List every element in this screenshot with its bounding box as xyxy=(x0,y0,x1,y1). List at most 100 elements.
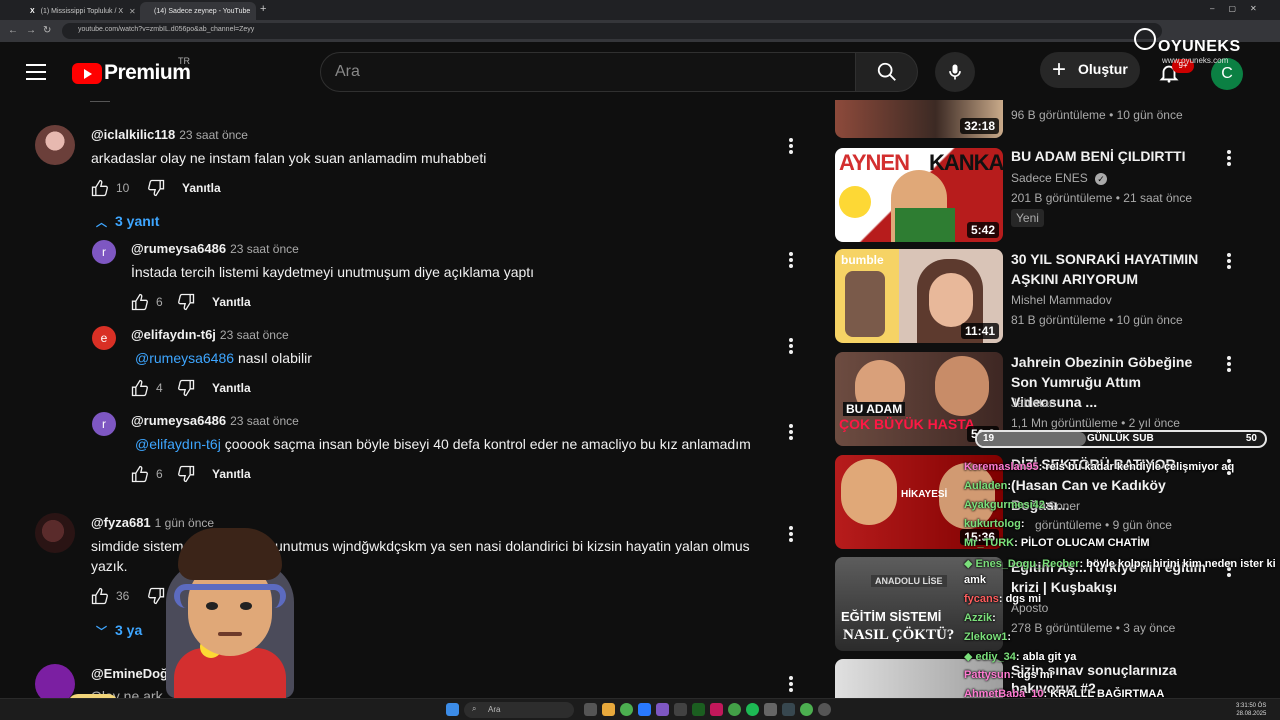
discord-icon[interactable] xyxy=(656,703,669,716)
menu-icon[interactable] xyxy=(26,64,46,85)
app-icon[interactable] xyxy=(674,703,687,716)
create-label: Oluştur xyxy=(1078,61,1128,77)
video-thumbnail[interactable]: bumble 11:41 xyxy=(835,249,1003,343)
like-icon[interactable] xyxy=(130,464,150,484)
comment-author[interactable]: @rumeysa6486 23 saat önce xyxy=(131,241,299,256)
replies-toggle[interactable]: ︿ 3 yanıt xyxy=(96,213,159,230)
edge-icon[interactable] xyxy=(638,703,651,716)
voice-search-button[interactable] xyxy=(935,52,975,92)
daily-sub-goal-bar: 19 GÜNLÜK SUB 50 xyxy=(975,430,1267,448)
dislike-icon[interactable] xyxy=(176,464,196,484)
video-channel[interactable]: Sadece ENES ✓ xyxy=(1011,171,1108,185)
tab-x-twitter[interactable]: X (1) Mississippi Topluluk / X ✕ xyxy=(22,2,138,20)
thumb-text: bumble xyxy=(841,253,884,267)
video-meta: 201 B görüntüleme • 21 saat önce xyxy=(1011,191,1192,205)
dislike-icon[interactable] xyxy=(146,178,166,198)
comment-time: 23 saat önce xyxy=(230,414,299,428)
app-icon[interactable] xyxy=(764,703,777,716)
like-icon[interactable] xyxy=(90,178,110,198)
youtube-logo-icon[interactable] xyxy=(72,63,102,84)
mention-link[interactable]: @rumeysa6486 xyxy=(135,350,234,366)
taskbar-search[interactable]: ⌕ Ara xyxy=(464,702,574,718)
url-field[interactable]: youtube.com/watch?v=zmbIL.d056po&ab_chan… xyxy=(62,23,1162,39)
reload-icon[interactable]: ↻ xyxy=(43,25,51,36)
more-options-icon[interactable] xyxy=(789,338,793,354)
tab-youtube[interactable]: (14) Sadece zeynep - YouTube ✕ xyxy=(140,2,256,20)
reply-button[interactable]: Yanıtla xyxy=(182,181,221,195)
more-options-icon[interactable] xyxy=(1227,253,1231,269)
forward-icon[interactable]: → xyxy=(26,25,36,36)
comment-author[interactable]: @EmineDoğ xyxy=(91,666,168,681)
video-thumbnail[interactable]: 32:18 xyxy=(835,100,1003,138)
video-title[interactable]: 30 YIL SONRAKİ HAYATIMIN AŞKINI ARIYORUM xyxy=(1011,249,1211,289)
browser-address-bar: ← → ↻ youtube.com/watch?v=zmbIL.d056po&a… xyxy=(0,20,1280,42)
create-button[interactable]: + Oluştur xyxy=(1040,52,1140,88)
like-icon[interactable] xyxy=(130,378,150,398)
chevron-up-icon: ︿ xyxy=(96,217,107,229)
thumb-text: EĞİTİM SİSTEMİ xyxy=(841,609,942,624)
thumb-face xyxy=(929,273,973,327)
avatar[interactable] xyxy=(35,125,75,165)
taskbar-clock[interactable]: 3:31:50 ÖS 28.08.2025 xyxy=(1236,702,1266,718)
more-options-icon[interactable] xyxy=(789,526,793,542)
chat-message: Keremaslan95: rels bu kadar kendiyle çel… xyxy=(964,461,1235,473)
browser-tab-bar: X (1) Mississippi Topluluk / X ✕ (14) Sa… xyxy=(0,0,1280,20)
like-icon[interactable] xyxy=(130,292,150,312)
chat-message: Pattysun: dgs mi xyxy=(964,669,1053,681)
video-title[interactable]: BU ADAM BENİ ÇILDIRTTI xyxy=(1011,146,1211,166)
obs-icon[interactable] xyxy=(818,703,831,716)
video-thumbnail[interactable]: AYNEN KANKA 5:42 xyxy=(835,148,1003,242)
video-channel[interactable]: Jahistan xyxy=(1011,396,1056,410)
dislike-icon[interactable] xyxy=(176,292,196,312)
search-button[interactable] xyxy=(855,52,918,92)
new-tab-button[interactable]: + xyxy=(260,3,266,15)
logo-region: TR xyxy=(178,56,190,66)
eye-left xyxy=(206,602,218,610)
more-options-icon[interactable] xyxy=(789,676,793,692)
tab-label: (14) Sadece zeynep - YouTube xyxy=(154,7,251,15)
more-options-icon[interactable] xyxy=(1227,150,1231,166)
comment-author[interactable]: @iclalkilic118 23 saat önce xyxy=(91,127,248,142)
replies-toggle[interactable]: ﹀ 3 ya xyxy=(96,622,142,639)
reply-button[interactable]: Yanıtla xyxy=(212,295,251,309)
like-icon[interactable] xyxy=(90,586,110,606)
mention-link[interactable]: @elifaydın-t6j xyxy=(135,436,221,452)
avatar[interactable] xyxy=(35,513,75,553)
file-explorer-icon[interactable] xyxy=(602,703,615,716)
chat-message: fycans: dgs mi xyxy=(964,593,1042,605)
task-view-icon[interactable] xyxy=(584,703,597,716)
video-channel[interactable]: Soner xyxy=(1048,499,1080,513)
more-options-icon[interactable] xyxy=(1227,356,1231,372)
more-options-icon[interactable] xyxy=(789,252,793,268)
thumb-text: AYNEN xyxy=(839,150,910,175)
close-tab-icon[interactable]: ✕ xyxy=(129,7,136,16)
avatar[interactable]: e xyxy=(92,326,116,350)
avatar[interactable]: r xyxy=(92,412,116,436)
comment-text: arkadaslar olay ne instam falan yok suan… xyxy=(91,150,487,166)
more-options-icon[interactable] xyxy=(789,138,793,154)
app-icon[interactable] xyxy=(782,703,795,716)
reply-button[interactable]: Yanıtla xyxy=(212,467,251,481)
search-input[interactable]: Ara xyxy=(320,52,856,92)
spotify-icon[interactable] xyxy=(746,703,759,716)
comment-author[interactable]: @rumeysa6486 23 saat önce xyxy=(131,413,299,428)
chrome-icon[interactable] xyxy=(800,703,813,716)
avatar[interactable]: r xyxy=(92,240,116,264)
search-icon: ⌕ xyxy=(472,704,477,713)
sub-goal-label: GÜNLÜK SUB xyxy=(1087,433,1154,444)
back-icon[interactable]: ← xyxy=(8,25,18,36)
chrome-icon[interactable] xyxy=(620,703,633,716)
dislike-icon[interactable] xyxy=(176,378,196,398)
chat-message: kukurtolog: xyxy=(964,518,1025,530)
app-icon[interactable] xyxy=(710,703,723,716)
thumb-phone xyxy=(845,271,885,337)
window-controls[interactable]: –▢✕ xyxy=(1210,4,1271,13)
reply-button[interactable]: Yanıtla xyxy=(212,381,251,395)
comment-author[interactable]: @elifaydın-t6j 23 saat önce xyxy=(131,327,289,342)
more-options-icon[interactable] xyxy=(789,424,793,440)
video-duration: 5:42 xyxy=(966,222,999,238)
app-icon[interactable] xyxy=(692,703,705,716)
whatsapp-icon[interactable] xyxy=(728,703,741,716)
video-channel[interactable]: Mishel Mammadov xyxy=(1011,293,1112,307)
windows-start-icon[interactable] xyxy=(446,703,459,716)
